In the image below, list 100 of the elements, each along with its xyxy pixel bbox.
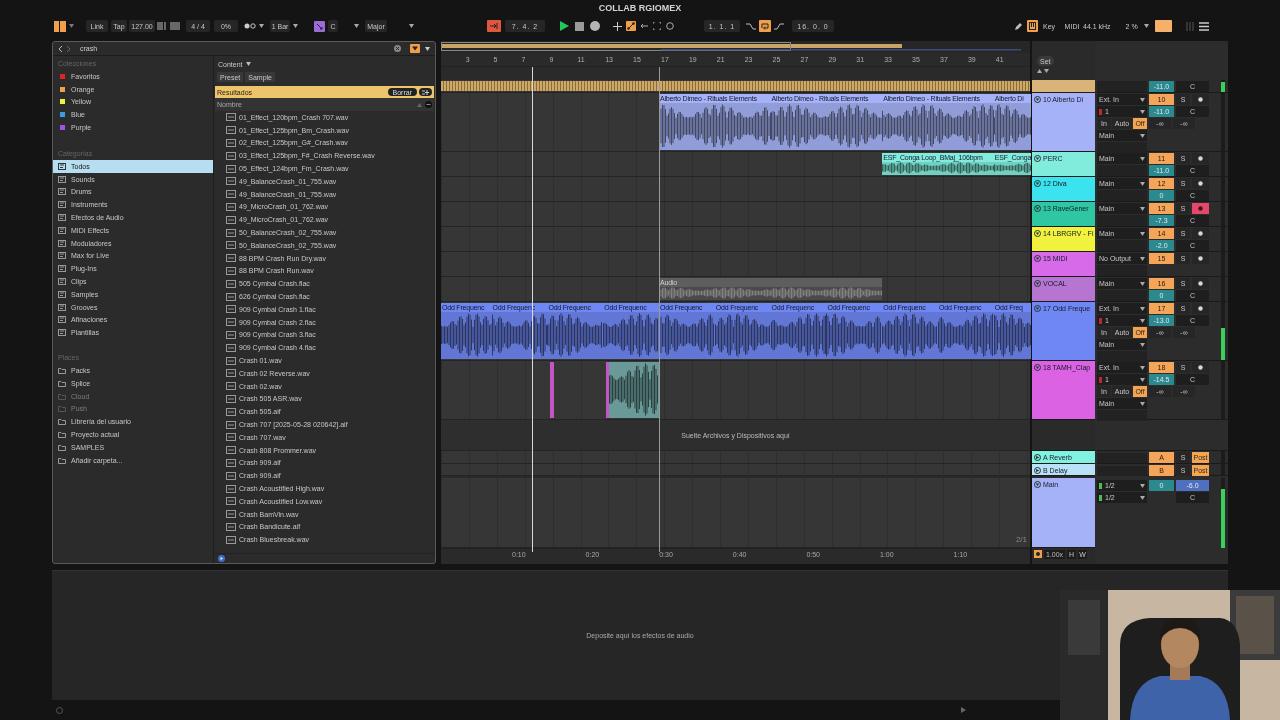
automation-arm-icon[interactable] — [626, 21, 636, 31]
audio-file-icon — [226, 369, 236, 378]
plus-icon[interactable] — [613, 21, 622, 31]
waveform — [770, 312, 827, 358]
caret-icon[interactable] — [245, 62, 251, 66]
audio-file-icon — [226, 113, 236, 122]
fold-down-icon[interactable] — [1034, 481, 1041, 488]
audio-file-icon — [226, 202, 236, 211]
category-icon — [58, 175, 66, 183]
fold-right-icon[interactable] — [1034, 454, 1041, 461]
caret-icon[interactable] — [1140, 231, 1145, 236]
caret-icon[interactable] — [354, 24, 359, 28]
caret-icon[interactable] — [1140, 281, 1145, 286]
audio-clip[interactable] — [550, 362, 554, 418]
audio-file-icon — [226, 471, 236, 480]
arm-button[interactable] — [1192, 278, 1209, 289]
follow-icon[interactable] — [1034, 550, 1042, 558]
record-icon[interactable] — [590, 21, 600, 31]
fold-right-icon[interactable] — [1034, 467, 1041, 474]
caret-icon[interactable] — [1140, 181, 1145, 186]
caret-icon[interactable] — [1140, 365, 1145, 370]
arm-button[interactable] — [1192, 362, 1209, 373]
arm-button[interactable] — [1192, 253, 1209, 264]
punch-in-icon[interactable] — [746, 22, 756, 30]
session-record-icon[interactable] — [666, 22, 674, 30]
loop-toggle[interactable] — [759, 20, 771, 32]
audio-clip[interactable] — [606, 362, 610, 418]
record-arm-icon — [1198, 231, 1203, 236]
menu-icon[interactable] — [1198, 21, 1209, 31]
filter-icon[interactable] — [410, 44, 420, 53]
expand-icon[interactable] — [1044, 69, 1049, 73]
fold-down-icon[interactable] — [1034, 280, 1041, 287]
group-header[interactable] — [1032, 80, 1095, 93]
caret-icon[interactable] — [1140, 97, 1145, 102]
fold-down-icon[interactable] — [1034, 255, 1041, 262]
category-icon — [58, 162, 66, 170]
caret-icon[interactable] — [409, 24, 414, 28]
arm-button[interactable] — [1192, 178, 1209, 189]
caret-icon[interactable] — [1140, 206, 1145, 211]
channel-icon — [1099, 317, 1102, 324]
caret-icon[interactable] — [69, 24, 74, 28]
forward-icon[interactable] — [67, 45, 71, 52]
pencil-icon[interactable] — [1014, 21, 1023, 31]
fold-down-icon[interactable] — [1034, 180, 1041, 187]
audio-file-icon — [226, 126, 236, 135]
category-icon — [58, 188, 66, 196]
punch-out-icon[interactable] — [774, 22, 784, 30]
fold-down-icon[interactable] — [1034, 305, 1041, 312]
scale-mode-icon[interactable] — [314, 20, 325, 32]
fold-down-icon[interactable] — [1034, 364, 1041, 371]
back-arrow-icon[interactable] — [640, 23, 648, 29]
fold-down-icon[interactable] — [1034, 205, 1041, 212]
panel-toggle-icon[interactable] — [54, 20, 66, 32]
fold-down-icon[interactable] — [1034, 230, 1041, 237]
audio-file-icon — [226, 535, 236, 544]
caret-icon[interactable] — [1140, 109, 1145, 114]
arm-button[interactable] — [1192, 228, 1209, 239]
caret-icon[interactable] — [1140, 318, 1145, 323]
clear-icon[interactable] — [394, 45, 401, 52]
waveform — [491, 312, 548, 358]
waveform — [603, 312, 660, 358]
caret-icon[interactable] — [1140, 256, 1145, 261]
audio-file-icon — [226, 279, 236, 288]
audio-file-icon — [226, 139, 236, 147]
caret-icon[interactable] — [1140, 377, 1145, 382]
caret-icon[interactable] — [425, 46, 430, 51]
audio-file-icon — [226, 510, 236, 519]
waveform — [826, 312, 883, 358]
caret-icon[interactable] — [259, 24, 264, 28]
caret-icon[interactable] — [1143, 24, 1149, 28]
metronome-icon[interactable] — [244, 23, 256, 29]
preview-icon[interactable] — [218, 555, 225, 562]
add-filter-button[interactable] — [419, 88, 432, 96]
collapse-icon[interactable] — [1037, 69, 1042, 73]
caret-icon[interactable] — [293, 24, 298, 28]
nudge-down-icon[interactable] — [157, 22, 167, 30]
caret-icon[interactable] — [1140, 483, 1145, 488]
arrangement-record-button[interactable] — [487, 20, 501, 32]
record-arm-icon — [1198, 206, 1203, 211]
caret-icon[interactable] — [1140, 401, 1145, 406]
fold-down-icon[interactable] — [1034, 96, 1041, 103]
capture-icon[interactable] — [653, 22, 661, 30]
arm-button[interactable] — [1192, 153, 1209, 164]
caret-icon[interactable] — [1140, 342, 1145, 347]
arm-button[interactable] — [1192, 303, 1209, 314]
back-icon[interactable] — [58, 45, 62, 52]
caret-icon[interactable] — [1140, 156, 1145, 161]
caret-icon[interactable] — [1140, 495, 1145, 500]
fold-down-icon[interactable] — [1034, 155, 1041, 162]
arm-button[interactable] — [1192, 94, 1209, 105]
key-map-toggle[interactable] — [1027, 20, 1038, 32]
stop-icon[interactable] — [575, 21, 584, 31]
more-icon[interactable] — [425, 101, 432, 108]
caret-icon[interactable] — [1140, 133, 1145, 138]
audio-clip[interactable] — [609, 362, 659, 418]
page-indicator: 2/1 — [1015, 536, 1027, 544]
play-icon[interactable] — [559, 21, 569, 31]
caret-icon[interactable] — [1140, 306, 1145, 311]
waveform — [659, 312, 715, 358]
audio-file-icon — [226, 484, 236, 493]
